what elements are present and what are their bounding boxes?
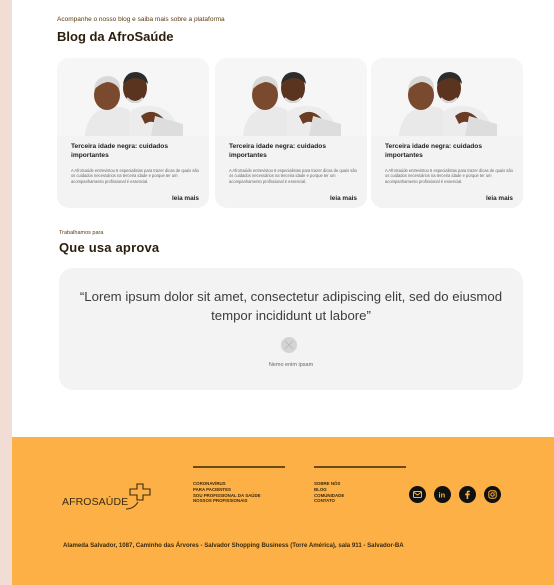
- footer: AFROSAÚDE CORONAVÍRUS PARA PACIENTES SOU…: [12, 437, 554, 585]
- logo-text: AFROSAÚDE: [62, 496, 129, 508]
- avatar-placeholder-icon: [281, 337, 297, 353]
- testimonials-subtitle: Trabalhamos para: [59, 230, 104, 236]
- read-more-link[interactable]: leia mais: [330, 195, 357, 202]
- card-title: Terceira idade negra: cuidados important…: [71, 143, 168, 159]
- footer-link[interactable]: SOBRE NÓS: [314, 481, 344, 487]
- footer-address: Alameda Salvador, 1087, Caminho das Árvo…: [63, 542, 404, 549]
- elderly-couple-image: [215, 58, 367, 136]
- testimonial-author: Nemo enim ipsam: [268, 362, 314, 368]
- card-title: Terceira idade negra: cuidados important…: [229, 143, 326, 159]
- testimonial-card: “Lorem ipsum dolor sit amet, consectetur…: [59, 268, 523, 390]
- blog-card[interactable]: Terceira idade negra: cuidados important…: [371, 58, 523, 208]
- elderly-couple-image: [371, 58, 523, 136]
- footer-divider: [314, 466, 406, 468]
- testimonial-quote: “Lorem ipsum dolor sit amet, consectetur…: [79, 289, 503, 323]
- read-more-link[interactable]: leia mais: [172, 195, 199, 202]
- blog-card[interactable]: Terceira idade negra: cuidados important…: [57, 58, 209, 208]
- elderly-couple-image: [57, 58, 209, 136]
- read-more-link[interactable]: leia mais: [486, 195, 513, 202]
- blog-title: Blog da AfroSaúde: [57, 29, 174, 44]
- footer-links-2: SOBRE NÓS BLOG COMUNIDADE CONTATO: [314, 481, 344, 504]
- blog-subtitle: Acompanhe o nosso blog e saiba mais sobr…: [57, 16, 225, 23]
- card-text: A AfroSaúde entrevistou 6 especialistas …: [229, 168, 357, 184]
- footer-link[interactable]: NOSSOS PROFISSIONAIS: [193, 498, 261, 504]
- footer-link[interactable]: CONTATO: [314, 498, 344, 504]
- card-text: A AfroSaúde entrevistou 6 especialistas …: [385, 168, 513, 184]
- card-text: A AfroSaúde entrevistou 6 especialistas …: [71, 168, 199, 184]
- instagram-icon[interactable]: [484, 486, 501, 503]
- blog-card[interactable]: Terceira idade negra: cuidados important…: [215, 58, 367, 208]
- footer-links-1: CORONAVÍRUS PARA PACIENTES SOU PROFISSIO…: [193, 481, 261, 504]
- linkedin-icon[interactable]: in: [434, 486, 451, 503]
- afrosaude-logo[interactable]: AFROSAÚDE: [62, 483, 152, 513]
- svg-text:in: in: [439, 491, 446, 500]
- testimonials-title: Que usa aprova: [59, 240, 160, 255]
- facebook-icon[interactable]: [459, 486, 476, 503]
- footer-divider: [193, 466, 285, 468]
- page: Acompanhe o nosso blog e saiba mais sobr…: [12, 0, 554, 585]
- email-icon[interactable]: [409, 486, 426, 503]
- card-title: Terceira idade negra: cuidados important…: [385, 143, 482, 159]
